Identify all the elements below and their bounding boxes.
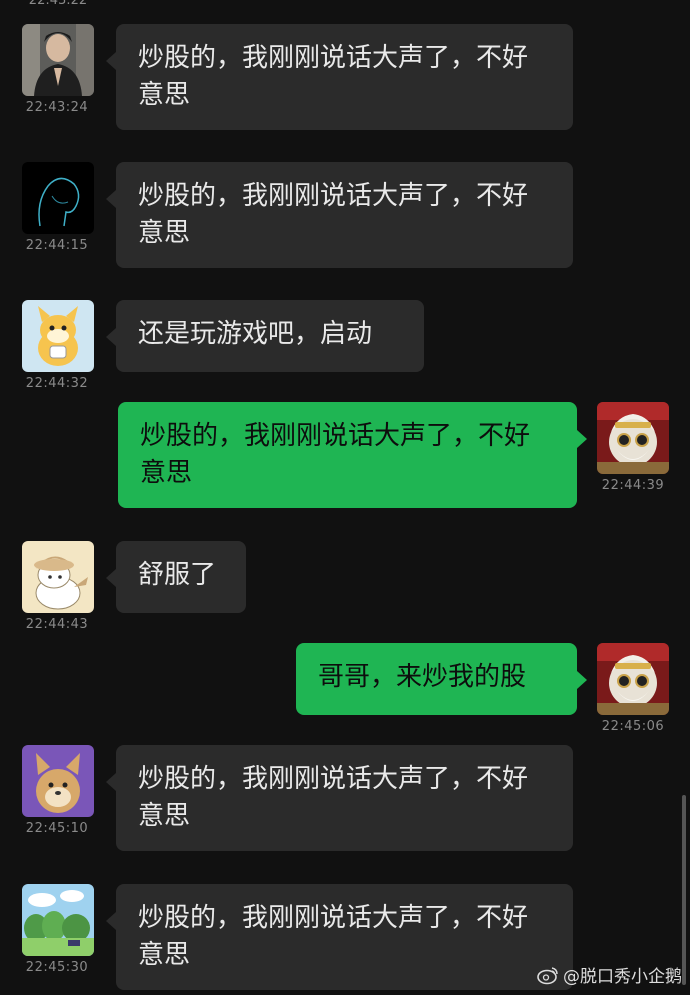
message-bubble[interactable]: 炒股的，我刚刚说话大声了，不好意思: [118, 402, 587, 508]
timestamp: 22:43:22: [28, 0, 88, 8]
message-bubble[interactable]: 舒服了: [106, 541, 246, 613]
message-timestamp: 22:45:06: [601, 719, 665, 734]
message-timestamp: 22:44:39: [601, 478, 665, 493]
message-bubble[interactable]: 还是玩游戏吧，启动: [106, 300, 424, 372]
message-timestamp: 22:43:24: [25, 100, 89, 115]
cartoon-doge-avatar[interactable]: [22, 745, 94, 817]
message-bubble[interactable]: 炒股的，我刚刚说话大声了，不好意思: [106, 162, 573, 268]
cartoon-old-man-avatar[interactable]: [597, 402, 669, 474]
message-bubble[interactable]: 炒股的，我刚刚说话大声了，不好意思: [106, 745, 573, 851]
message-timestamp: 22:44:43: [25, 617, 89, 632]
weibo-logo-icon: [537, 966, 558, 984]
message-timestamp: 22:44:32: [25, 376, 89, 391]
dark-silhouette-avatar[interactable]: [22, 162, 94, 234]
message-bubble[interactable]: 哥哥，来炒我的股: [296, 643, 587, 715]
cartoon-cat-hat-avatar[interactable]: [22, 541, 94, 613]
cartoon-fox-avatar[interactable]: [22, 300, 94, 372]
watermark: @脱口秀小企鹅: [537, 962, 682, 987]
landscape-avatar[interactable]: [22, 884, 94, 956]
man-praying-avatar[interactable]: [22, 24, 94, 96]
cartoon-old-man-avatar[interactable]: [597, 643, 669, 715]
message-timestamp: 22:44:15: [25, 238, 89, 253]
scrollbar[interactable]: [682, 795, 686, 985]
message-timestamp: 22:45:10: [25, 821, 89, 836]
message-bubble[interactable]: 炒股的，我刚刚说话大声了，不好意思: [106, 24, 573, 130]
watermark-text: @脱口秀小企鹅: [563, 967, 682, 987]
message-bubble[interactable]: 炒股的，我刚刚说话大声了，不好意思: [106, 884, 573, 990]
message-timestamp: 22:45:30: [25, 960, 89, 975]
